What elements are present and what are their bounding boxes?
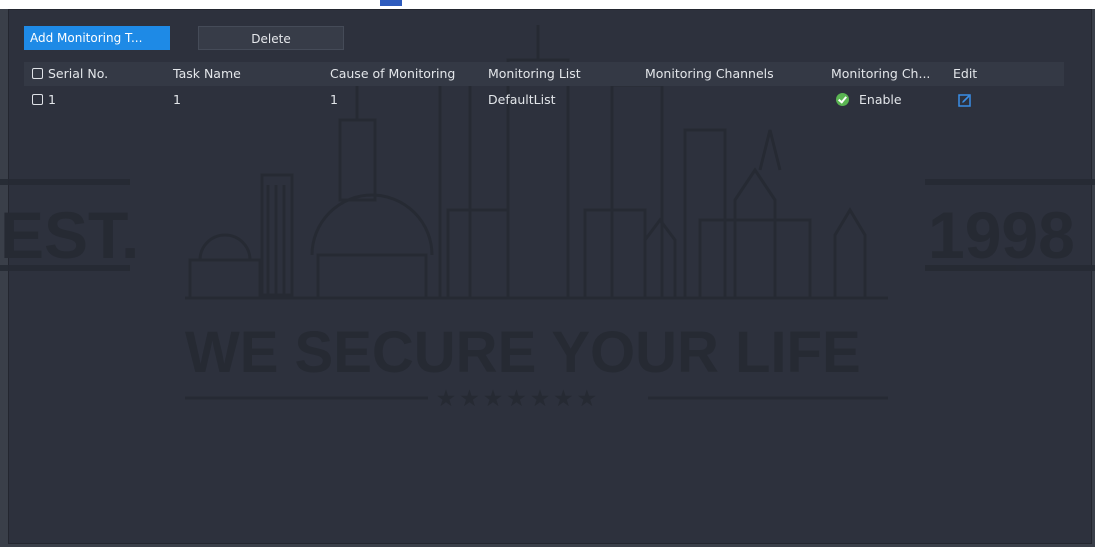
status-label: Enable bbox=[859, 92, 902, 107]
header-cause-of-monitoring: Cause of Monitoring bbox=[330, 66, 456, 81]
select-all-checkbox[interactable] bbox=[32, 68, 43, 79]
cell-cause-of-monitoring: 1 bbox=[330, 92, 338, 107]
header-edit: Edit bbox=[953, 66, 978, 81]
cell-monitoring-status: Enable bbox=[836, 88, 902, 112]
table-header: Serial No. Task Name Cause of Monitoring… bbox=[24, 62, 1064, 86]
top-bar bbox=[0, 0, 1095, 9]
check-circle-icon bbox=[836, 93, 849, 106]
page: EST. 1998 WE SECURE YOUR LIFE ★ ★ ★ ★ ★ … bbox=[0, 0, 1095, 547]
row-checkbox[interactable] bbox=[32, 94, 43, 105]
header-monitoring-channels: Monitoring Channels bbox=[645, 66, 774, 81]
edit-icon[interactable] bbox=[958, 93, 972, 107]
cell-task-name: 1 bbox=[173, 92, 181, 107]
cell-serial-no: 1 bbox=[48, 92, 56, 107]
cell-monitoring-list: DefaultList bbox=[488, 92, 556, 107]
table-row: 1 1 1 DefaultList Enable bbox=[24, 88, 1064, 112]
header-task-name: Task Name bbox=[173, 66, 241, 81]
header-serial-no: Serial No. bbox=[48, 66, 109, 81]
header-monitoring-list: Monitoring List bbox=[488, 66, 581, 81]
header-monitoring-status: Monitoring Ch... bbox=[831, 66, 931, 81]
add-monitoring-task-button[interactable]: Add Monitoring T... bbox=[24, 26, 170, 50]
delete-button[interactable]: Delete bbox=[198, 26, 344, 50]
top-bar-tab-indicator bbox=[380, 0, 402, 6]
toolbar: Add Monitoring T... Delete bbox=[24, 26, 344, 50]
